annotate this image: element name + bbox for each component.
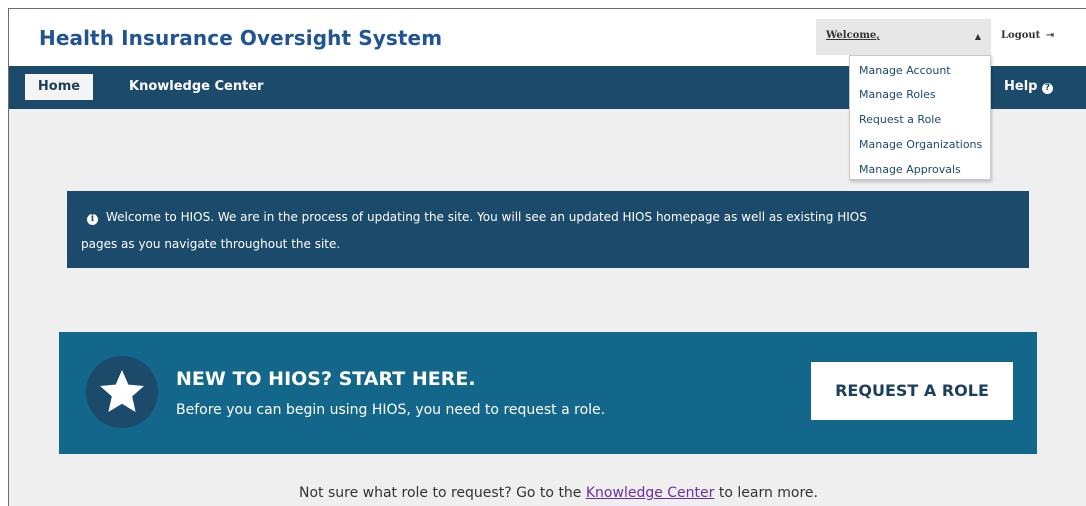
notice-text-2: pages as you navigate throughout the sit… [81, 237, 341, 251]
nav-home-tab[interactable]: Home [25, 74, 93, 100]
footer-prefix: Not sure what role to request? Go to the [299, 485, 586, 501]
banner-heading: NEW TO HIOS? START HERE. [176, 368, 476, 390]
app-frame: Health Insurance Oversight System Welcom… [8, 8, 1086, 506]
knowledge-center-link[interactable]: Knowledge Center [586, 485, 715, 501]
help-label: Help [1004, 79, 1038, 94]
star-icon [86, 356, 158, 428]
footer-help-text: Not sure what role to request? Go to the… [299, 485, 818, 501]
logout-link[interactable]: Logout ⇥ [1001, 30, 1054, 41]
banner-subtext: Before you can begin using HIOS, you nee… [176, 402, 606, 418]
nav-knowledge-center[interactable]: Knowledge Center [129, 79, 264, 94]
caret-up-icon: ▲ [974, 32, 981, 41]
notice-text-1: Welcome to HIOS. We are in the process o… [106, 210, 867, 224]
logout-icon: ⇥ [1045, 30, 1055, 41]
site-update-notice: i Welcome to HIOS. We are in the process … [67, 191, 1029, 268]
menu-item-manage-roles[interactable]: Manage Roles [859, 88, 936, 101]
welcome-label: Welcome, [826, 30, 880, 41]
menu-item-manage-account[interactable]: Manage Account [859, 64, 951, 77]
welcome-menu-toggle[interactable]: Welcome, ▲ [816, 19, 991, 55]
nav-help[interactable]: Help ? [1004, 79, 1053, 94]
start-here-banner: NEW TO HIOS? START HERE. Before you can … [59, 332, 1037, 454]
info-circle-icon: i [87, 214, 98, 225]
site-title: Health Insurance Oversight System [39, 26, 443, 50]
account-dropdown-menu: Manage Account Manage Roles Request a Ro… [849, 55, 991, 180]
menu-item-manage-approvals[interactable]: Manage Approvals [859, 163, 961, 176]
logout-label: Logout [1001, 30, 1041, 41]
request-role-button[interactable]: REQUEST A ROLE [811, 362, 1013, 420]
question-circle-icon: ? [1042, 83, 1053, 94]
menu-item-manage-organizations[interactable]: Manage Organizations [859, 138, 982, 151]
notice-line-1: i Welcome to HIOS. We are in the process … [87, 210, 867, 225]
menu-item-request-role[interactable]: Request a Role [859, 113, 941, 126]
footer-suffix: to learn more. [714, 485, 818, 501]
